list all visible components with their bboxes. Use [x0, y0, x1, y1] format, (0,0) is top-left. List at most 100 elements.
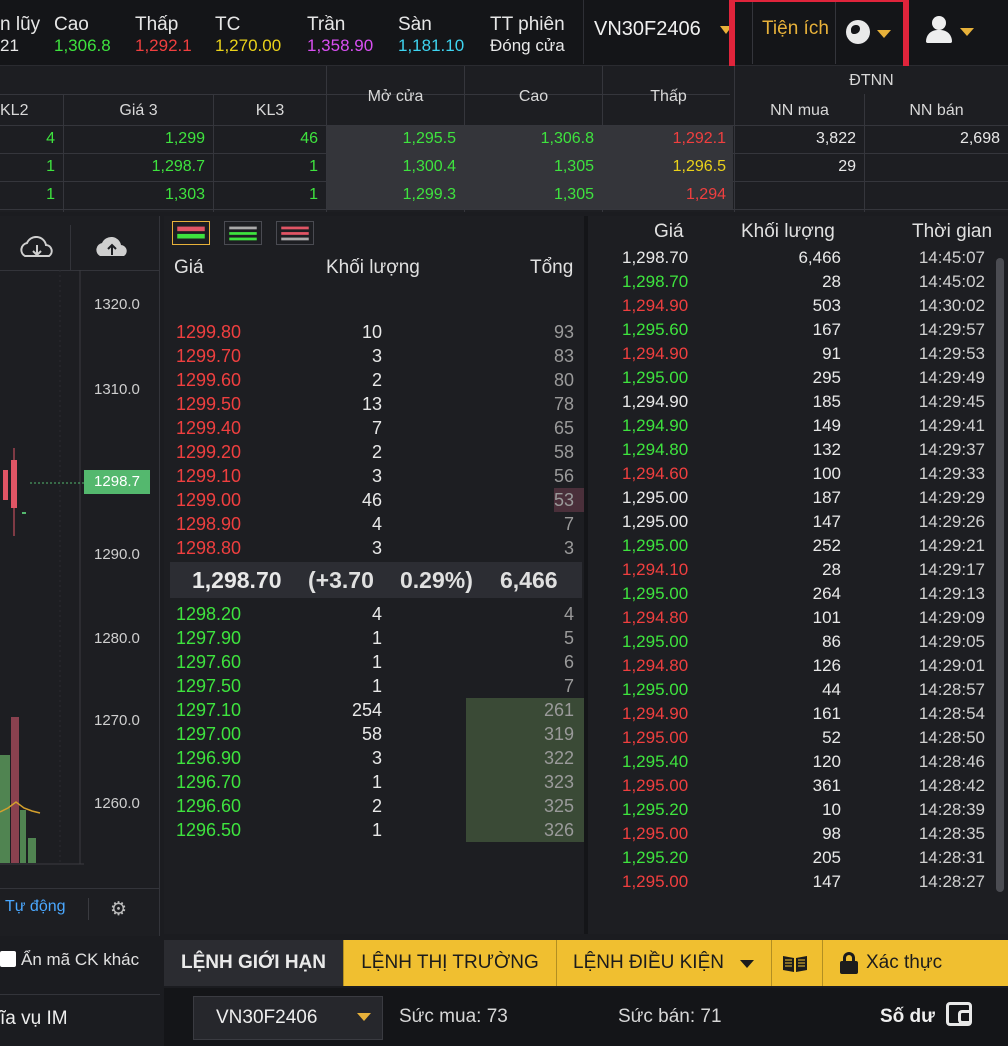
- ob-price: 1298.80: [176, 538, 242, 558]
- ob-price: 1298.90: [176, 514, 242, 534]
- orderbook-view-bid-icon[interactable]: [224, 221, 262, 245]
- trade-volume: 98: [822, 824, 841, 843]
- highlight-box: [729, 0, 909, 76]
- trade-price: 1,294.10: [622, 560, 689, 579]
- trade-row: 1,295.00 147 14:29:26: [588, 510, 998, 534]
- tab-limit-order[interactable]: LỆNH GIỚI HẠN: [164, 940, 344, 986]
- book-icon[interactable]: [781, 953, 809, 973]
- tr-header-time: Thời gian: [912, 221, 993, 242]
- candlestick-chart[interactable]: [0, 270, 160, 870]
- tab-market-order[interactable]: LỆNH THỊ TRƯỜNG: [344, 940, 557, 986]
- checkbox-icon[interactable]: [0, 951, 16, 967]
- cloud-download-icon[interactable]: [17, 236, 57, 262]
- ask-row[interactable]: 1299.70 3 83: [164, 344, 584, 368]
- bid-row[interactable]: 1296.50 1 326: [164, 818, 584, 842]
- bid-row[interactable]: 1297.00 58 319: [164, 722, 584, 746]
- ask-row[interactable]: 1299.00 46 53: [164, 488, 584, 512]
- ask-row[interactable]: 1299.20 2 58: [164, 440, 584, 464]
- bid-row[interactable]: 1297.90 1 5: [164, 626, 584, 650]
- ask-row[interactable]: 1299.60 2 80: [164, 368, 584, 392]
- bid-row[interactable]: 1297.10 254 261: [164, 698, 584, 722]
- trade-time: 14:28:46: [918, 752, 985, 771]
- trade-time: 14:29:13: [918, 584, 985, 603]
- bid-row[interactable]: 1296.60 2 325: [164, 794, 584, 818]
- bid-row[interactable]: 1296.90 3 322: [164, 746, 584, 770]
- trade-time: 14:30:02: [918, 296, 985, 315]
- chevron-down-icon[interactable]: [960, 28, 974, 36]
- auto-scale-toggle[interactable]: Tự động: [5, 898, 66, 916]
- ask-row[interactable]: 1298.90 4 7: [164, 512, 584, 536]
- user-icon[interactable]: [925, 16, 953, 44]
- ob-total: 93: [553, 322, 574, 342]
- trade-time: 14:29:01: [918, 656, 985, 675]
- board-cell-gia3: 1,303: [164, 186, 205, 203]
- cloud-upload-icon[interactable]: [92, 236, 132, 262]
- bid-row[interactable]: 1296.70 1 323: [164, 770, 584, 794]
- symbol-selector[interactable]: VN30F2406: [583, 0, 743, 64]
- lock-icon[interactable]: [840, 952, 858, 974]
- header-kl3: KL3: [255, 102, 285, 119]
- ob-header-total: Tổng: [530, 257, 574, 278]
- trade-row: 1,294.80 132 14:29:37: [588, 438, 998, 462]
- trade-volume: 149: [812, 416, 841, 435]
- trade-row: 1,295.00 147 14:28:27: [588, 870, 998, 894]
- chevron-down-icon[interactable]: [357, 1013, 371, 1021]
- im-service-link[interactable]: ĩa vụ IM: [0, 1008, 68, 1030]
- trade-volume: 147: [812, 872, 841, 891]
- board-cell-kl3: 46: [300, 130, 318, 147]
- trade-price: 1,295.00: [622, 488, 689, 507]
- orderbook-view-ask-icon[interactable]: [276, 221, 314, 245]
- chevron-down-icon[interactable]: [740, 960, 754, 968]
- trade-row: 1,294.90 91 14:29:53: [588, 342, 998, 366]
- board-cell-open: 1,300.4: [402, 158, 456, 175]
- trade-volume: 126: [812, 656, 841, 675]
- board-cell-low: 1,294: [685, 186, 726, 203]
- bid-row[interactable]: 1298.20 4 4: [164, 602, 584, 626]
- trade-time: 14:29:49: [918, 368, 985, 387]
- balance-label[interactable]: Số dư: [880, 1006, 935, 1028]
- ob-volume: 2: [371, 442, 382, 462]
- trade-time: 14:28:50: [918, 728, 985, 747]
- ob-volume: 13: [361, 394, 382, 414]
- wallet-icon[interactable]: [946, 1002, 972, 1026]
- trade-time: 14:28:42: [918, 776, 985, 795]
- board-cell-nn-buy: 3,822: [815, 130, 856, 147]
- trade-row: 1,295.00 264 14:29:13: [588, 582, 998, 606]
- bid-row[interactable]: 1297.60 1 6: [164, 650, 584, 674]
- trade-volume: 44: [822, 680, 841, 699]
- ob-total: 4: [563, 604, 574, 624]
- trade-price: 1,295.00: [622, 512, 689, 531]
- trade-volume: 86: [822, 632, 841, 651]
- orderbook-view-both-icon[interactable]: [172, 221, 210, 245]
- ask-row[interactable]: 1298.80 3 3: [164, 536, 584, 560]
- trade-row: 1,295.40 120 14:28:46: [588, 750, 998, 774]
- ob-volume: 4: [371, 604, 382, 624]
- ask-row[interactable]: 1299.10 3 56: [164, 464, 584, 488]
- trade-volume: 132: [812, 440, 841, 459]
- ask-row[interactable]: 1299.80 10 93: [164, 320, 584, 344]
- ask-row[interactable]: 1299.50 13 78: [164, 392, 584, 416]
- header-stat-value: 1,292.1: [135, 36, 192, 55]
- trades-scrollbar[interactable]: [996, 258, 1004, 892]
- bid-row[interactable]: 1297.50 1 7: [164, 674, 584, 698]
- gear-icon[interactable]: ⚙: [110, 898, 127, 921]
- board-cell-kl3: 1: [309, 186, 318, 203]
- ob-total: 58: [553, 442, 574, 462]
- price-board: KL2 Giá 3 KL3 Mở cửa Cao Thấp ĐTNN NN mu…: [0, 66, 1008, 212]
- header-nn-sell: NN bán: [909, 102, 964, 119]
- trade-volume: 167: [812, 320, 841, 339]
- order-symbol-select[interactable]: VN30F2406: [193, 996, 383, 1040]
- board-cell-low: 1,296.5: [672, 158, 726, 175]
- ask-row[interactable]: 1299.40 7 65: [164, 416, 584, 440]
- verify-button[interactable]: Xác thực: [866, 940, 942, 986]
- header-foreign: ĐTNN: [849, 72, 894, 86]
- trade-volume: 252: [812, 536, 841, 555]
- trade-row: 1,294.80 126 14:29:01: [588, 654, 998, 678]
- trade-time: 14:29:09: [918, 608, 985, 627]
- hide-other-checkbox[interactable]: Ẩn mã CK khác: [0, 950, 139, 970]
- trade-price: 1,295.20: [622, 848, 689, 867]
- ob-volume: 10: [361, 322, 382, 342]
- trade-row: 1,295.00 295 14:29:49: [588, 366, 998, 390]
- ob-total: 80: [553, 370, 574, 390]
- header-stat: Trần 1,358.90: [307, 14, 373, 56]
